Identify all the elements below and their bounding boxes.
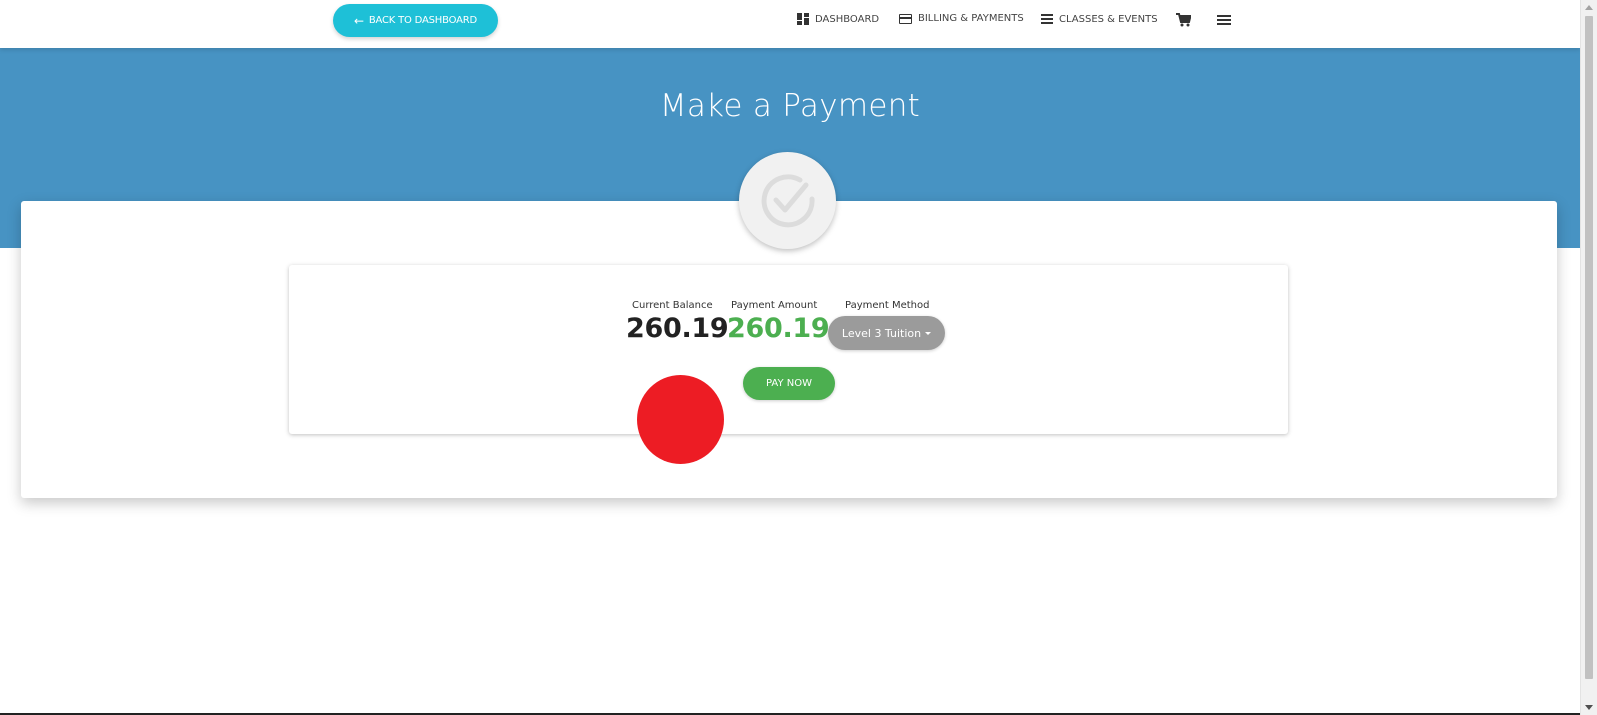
top-navbar: ← BACK TO DASHBOARD DASHBOARD BILLING & … [0,0,1580,48]
cart-icon[interactable] [1176,12,1192,28]
hamburger-menu-icon[interactable] [1217,12,1233,28]
payment-method-dropdown[interactable]: Level 3 Tuition [828,316,945,350]
caret-down-icon [925,331,932,335]
credit-card-icon [899,13,912,24]
payment-method-label: Payment Method [845,300,930,311]
payment-amount-value[interactable]: 260.19 [727,313,830,344]
vertical-scrollbar[interactable] [1580,0,1597,715]
nav-classes-events-label: CLASSES & EVENTS [1059,13,1158,25]
nav-billing-payments[interactable]: BILLING & PAYMENTS [899,13,1024,24]
arrow-left-icon: ← [354,13,364,28]
scroll-down-arrow-icon[interactable] [1585,705,1593,710]
scrollbar-thumb[interactable] [1585,16,1593,679]
list-icon [1041,13,1053,25]
nav-billing-payments-label: BILLING & PAYMENTS [918,13,1024,24]
payment-method-selected: Level 3 Tuition [841,326,922,340]
pay-now-button[interactable]: PAY NOW [743,367,835,400]
payment-panel [289,265,1288,434]
scroll-up-arrow-icon[interactable] [1585,5,1593,10]
back-to-dashboard-button[interactable]: ← BACK TO DASHBOARD [333,4,498,37]
nav-classes-events[interactable]: CLASSES & EVENTS [1041,13,1158,25]
dashboard-icon [797,13,809,25]
current-balance-label: Current Balance [632,300,713,311]
red-circle-marker [637,375,724,464]
current-balance-value: 260.19 [626,313,729,344]
nav-dashboard-label: DASHBOARD [815,13,880,25]
nav-dashboard[interactable]: DASHBOARD [797,13,879,25]
payment-amount-label: Payment Amount [731,300,818,311]
page-title: Make a Payment [659,88,921,124]
checkmark-circle-icon [739,152,836,249]
back-to-dashboard-label: BACK TO DASHBOARD [368,15,477,26]
